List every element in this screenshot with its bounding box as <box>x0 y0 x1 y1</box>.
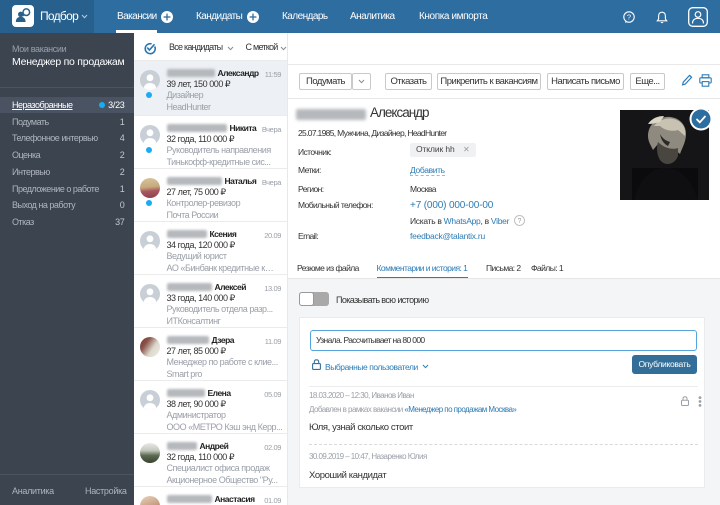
svg-text:?: ? <box>518 218 522 225</box>
svg-text:?: ? <box>627 12 631 21</box>
